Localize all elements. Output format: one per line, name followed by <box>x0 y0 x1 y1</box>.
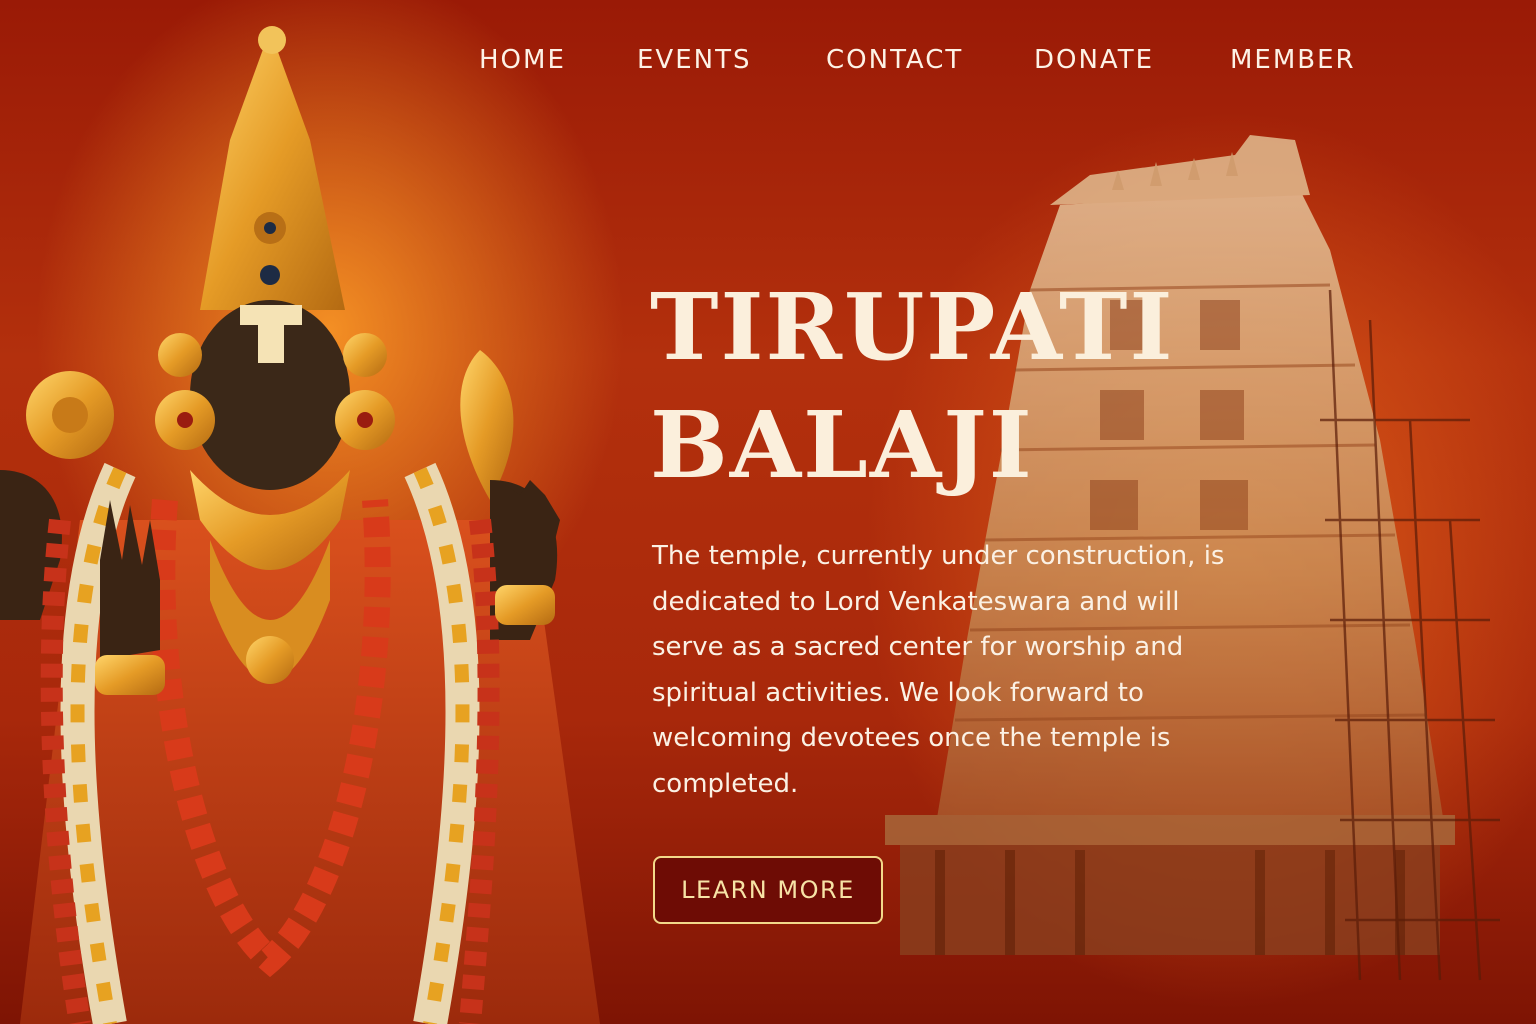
nav-donate-link[interactable]: DONATE <box>1034 42 1154 78</box>
hero-description: The temple, currently under construction… <box>652 541 1225 799</box>
deity-image <box>0 26 600 1024</box>
nav-home-link[interactable]: HOME <box>479 42 566 78</box>
learn-more-button[interactable]: LEARN MORE <box>653 856 883 924</box>
nav-member-link[interactable]: MEMBER <box>1230 42 1356 78</box>
main-nav: HOME EVENTS CONTACT DONATE MEMBER <box>0 42 1536 82</box>
conch-icon <box>460 350 514 500</box>
hero-page: HOME EVENTS CONTACT DONATE MEMBER TIRUPA… <box>0 0 1536 1024</box>
nav-events-link[interactable]: EVENTS <box>637 42 751 78</box>
title-line-2: BALAJI <box>650 391 1034 499</box>
nav-contact-link[interactable]: CONTACT <box>826 42 963 78</box>
title-line-1: TIRUPATI <box>650 273 1175 381</box>
page-title: TIRUPATI BALAJI <box>650 268 1175 504</box>
